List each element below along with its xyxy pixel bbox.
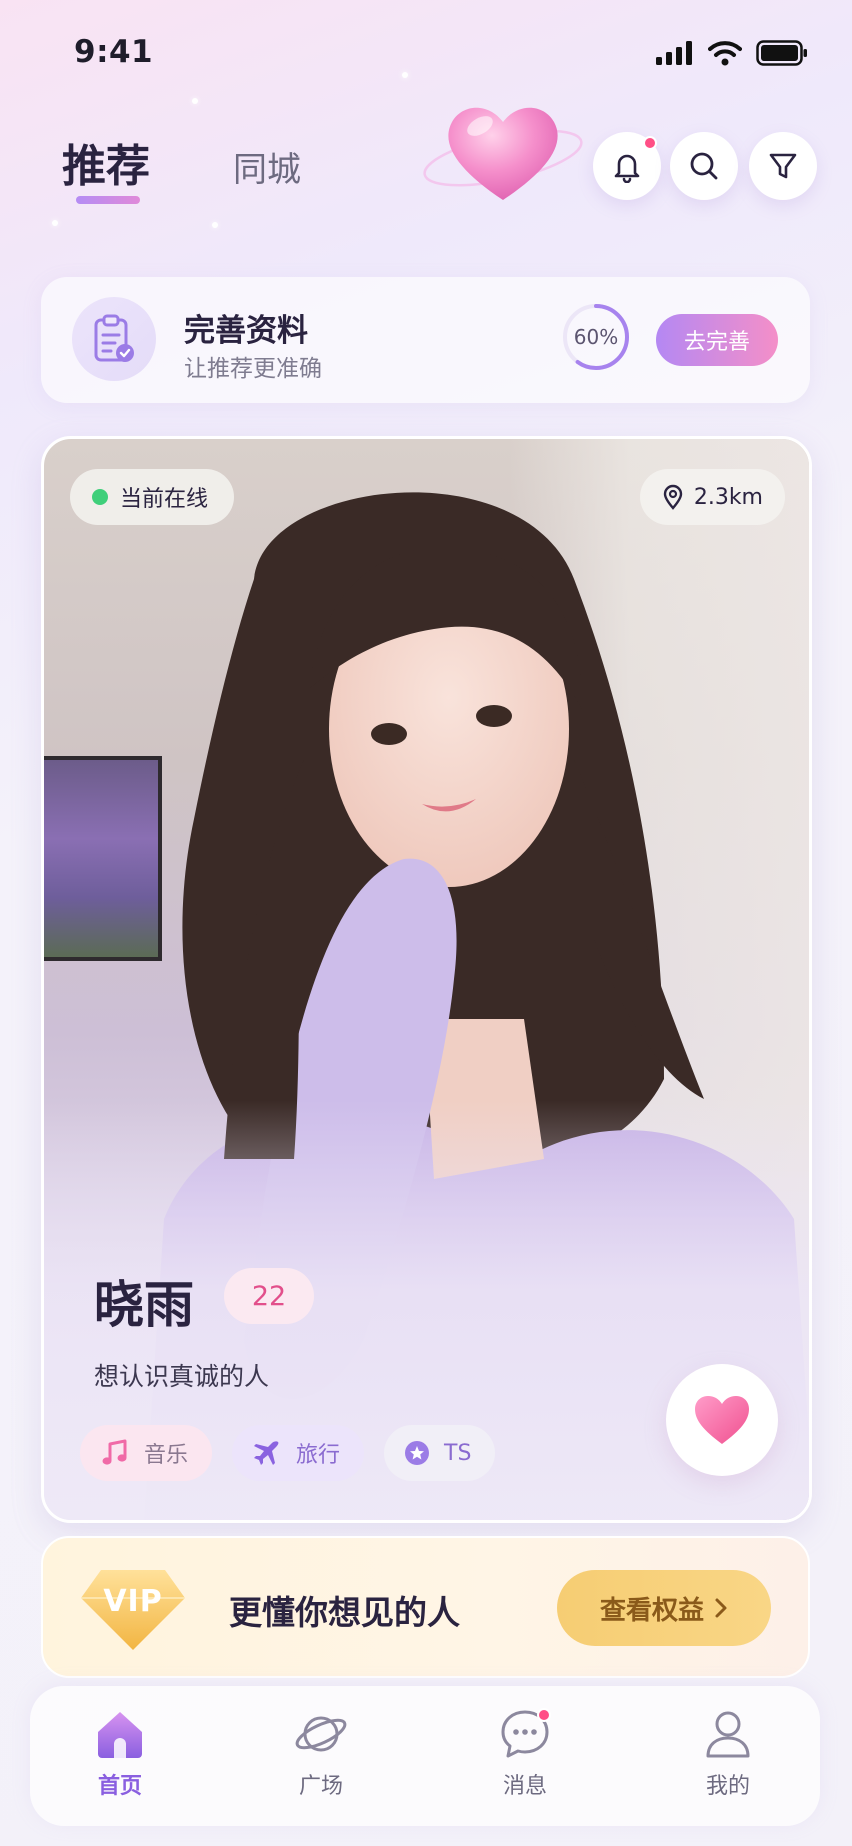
sparkle-decoration — [402, 72, 408, 78]
airplane-icon — [254, 1441, 279, 1465]
status-icons — [656, 40, 808, 66]
tab-recommend[interactable]: 推荐 — [62, 130, 150, 194]
nav-profile-label: 我的 — [705, 1774, 750, 1799]
distance-badge: 2.3km — [639, 469, 785, 525]
bottom-navigation: 首页 广场 消息 我的 — [30, 1686, 820, 1826]
signal-icon — [656, 41, 692, 65]
chevron-right-icon — [715, 1598, 727, 1618]
profile-name: 晓雨 — [94, 1276, 194, 1334]
like-button[interactable] — [666, 1364, 778, 1476]
complete-profile-button[interactable]: 去完善 — [656, 314, 778, 366]
online-status-badge: 当前在线 — [70, 469, 235, 525]
nav-item-plaza[interactable]: 广场 — [251, 1706, 391, 1800]
view-benefits-button[interactable]: 查看权益 — [557, 1570, 771, 1646]
sparkle-decoration — [52, 220, 58, 226]
messages-unread-badge — [537, 1708, 551, 1722]
tag-travel[interactable]: 旅行 — [232, 1425, 365, 1481]
nav-home-label: 首页 — [97, 1774, 142, 1799]
tab-active-indicator — [76, 196, 140, 204]
heart-planet-decoration — [423, 107, 583, 200]
sparkle-decoration — [212, 222, 218, 228]
status-time: 9:41 — [74, 34, 154, 70]
battery-icon — [756, 40, 807, 66]
filter-icon — [769, 153, 797, 179]
filter-button[interactable] — [749, 132, 817, 200]
nav-item-profile[interactable]: 我的 — [658, 1706, 798, 1800]
nav-item-messages[interactable]: 消息 — [455, 1706, 595, 1800]
music-note-icon — [102, 1439, 127, 1465]
wifi-icon — [708, 41, 742, 66]
notification-button[interactable] — [593, 132, 661, 200]
distance-label: 2.3km — [693, 484, 763, 510]
sparkle-decoration — [192, 98, 198, 104]
nav-messages-label: 消息 — [502, 1774, 547, 1799]
completion-title: 完善资料 — [184, 313, 308, 349]
profile-card[interactable]: 当前在线 2.3km 晓雨 22 想认识真诚的人 音乐 旅行 TS — [41, 436, 812, 1523]
tag-music[interactable]: 音乐 — [80, 1425, 213, 1481]
nav-item-home[interactable]: 首页 — [50, 1706, 190, 1800]
online-status-label: 当前在线 — [120, 487, 209, 512]
profile-bio: 想认识真诚的人 — [94, 1362, 270, 1391]
tag-travel-label: 旅行 — [296, 1443, 341, 1468]
nav-plaza-label: 广场 — [298, 1774, 343, 1799]
completion-subtitle: 让推荐更准确 — [184, 356, 322, 382]
location-pin-icon — [663, 484, 683, 510]
online-indicator-dot — [92, 489, 108, 505]
completion-progress-label: 60% — [573, 325, 619, 349]
view-benefits-label: 查看权益 — [599, 1595, 704, 1626]
profile-completion-card: 完善资料 让推荐更准确 60% 去完善 — [41, 277, 810, 403]
tag-ts-label: TS — [444, 1440, 472, 1466]
vip-tagline: 更懂你想见的人 — [229, 1593, 460, 1632]
tab-same-city[interactable]: 同城 — [233, 142, 301, 191]
bell-icon — [614, 154, 640, 183]
notification-badge — [643, 136, 657, 150]
interest-tags: 音乐 旅行 TS — [80, 1425, 496, 1481]
tag-ts[interactable]: TS — [384, 1425, 496, 1481]
star-icon — [405, 1441, 430, 1465]
vip-banner[interactable]: VIP 更懂你想见的人 查看权益 — [41, 1536, 810, 1678]
planet-icon — [295, 1716, 347, 1752]
heart-icon — [695, 1396, 749, 1444]
vip-badge-label: VIP — [103, 1584, 163, 1619]
age-badge: 22 — [224, 1268, 314, 1324]
search-icon — [690, 152, 718, 180]
search-button[interactable] — [670, 132, 738, 200]
clipboard-icon — [72, 297, 156, 381]
tag-music-label: 音乐 — [144, 1443, 189, 1468]
user-icon — [706, 1711, 750, 1758]
home-icon — [98, 1712, 142, 1758]
